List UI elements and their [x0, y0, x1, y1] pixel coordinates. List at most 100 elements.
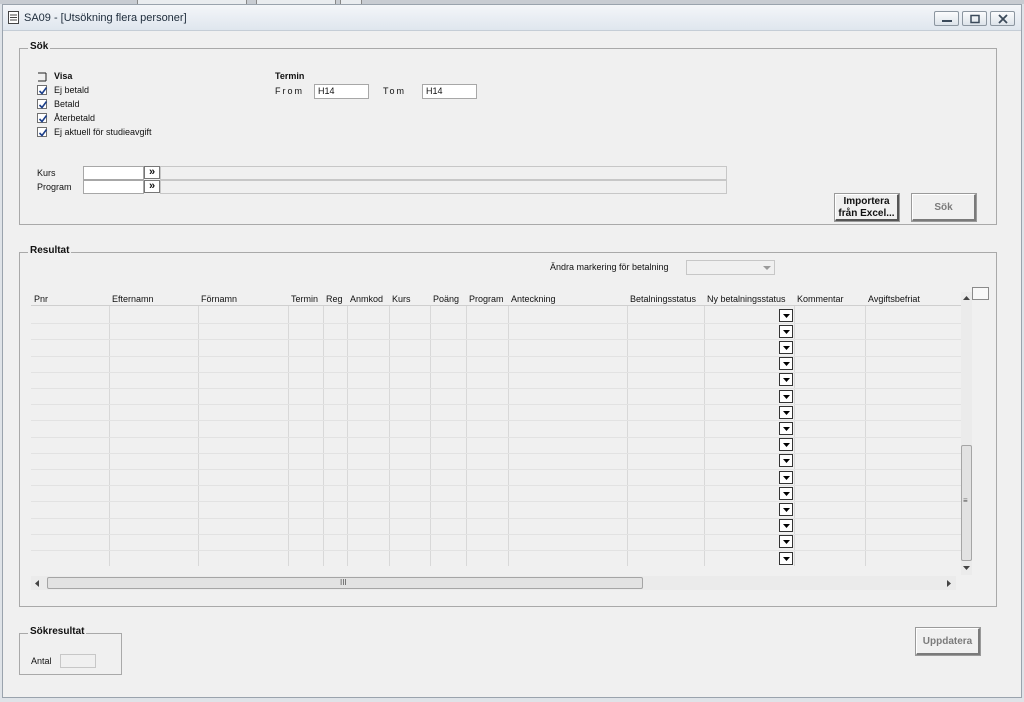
check-icon: [38, 129, 48, 137]
checkbox-aterbetald[interactable]: [37, 113, 48, 123]
table-row: [31, 518, 961, 519]
chevron-down-icon: [783, 492, 790, 496]
column-divider: [794, 292, 795, 566]
chevron-down-icon: [783, 557, 790, 561]
ny-betalningsstatus-dropdown[interactable]: [779, 309, 793, 322]
chevron-down-icon: [783, 330, 790, 334]
program-input[interactable]: [83, 180, 144, 194]
search-legend: Sök: [28, 41, 51, 52]
chevron-down-icon: [783, 378, 790, 382]
col-anmkod[interactable]: Anmkod: [347, 292, 389, 306]
chevron-down-icon: [763, 266, 771, 270]
antal-field: [60, 654, 96, 668]
chevron-down-icon: [783, 314, 790, 318]
kurs-picker-button[interactable]: »: [144, 166, 160, 179]
change-marking-select[interactable]: [686, 260, 775, 275]
ny-betalningsstatus-dropdown[interactable]: [779, 519, 793, 532]
title-bar: SA09 - [Utsökning flera personer]: [3, 5, 1021, 31]
ny-betalningsstatus-dropdown[interactable]: [779, 325, 793, 338]
grid-corner-button[interactable]: [972, 287, 989, 300]
kurs-input[interactable]: [83, 166, 144, 180]
table-row: [31, 339, 961, 340]
horizontal-scrollbar[interactable]: III: [31, 576, 956, 590]
col-kurs[interactable]: Kurs: [389, 292, 430, 306]
table-row: [31, 420, 961, 421]
horizontal-scroll-grip: III: [340, 578, 347, 587]
from-label: From: [275, 86, 304, 96]
column-divider: [347, 292, 348, 566]
ny-betalningsstatus-dropdown[interactable]: [779, 390, 793, 403]
col-ny-betalningsstatus[interactable]: Ny betalningsstatus: [704, 292, 794, 306]
col-betalningsstatus[interactable]: Betalningsstatus: [627, 292, 704, 306]
col-efternamn[interactable]: Efternamn: [109, 292, 198, 306]
scroll-up-icon: [963, 296, 970, 300]
ny-betalningsstatus-dropdown[interactable]: [779, 471, 793, 484]
vertical-scrollbar[interactable]: ≡: [961, 292, 972, 575]
import-button-line1: Importera: [843, 196, 890, 207]
horizontal-scroll-thumb[interactable]: III: [47, 577, 643, 589]
summary-group: Sökresultat Antal: [19, 626, 122, 675]
checkbox-label-aterbetald: Återbetald: [54, 113, 96, 123]
table-row: [31, 550, 961, 551]
check-icon: [38, 101, 48, 109]
update-button[interactable]: Uppdatera: [915, 627, 981, 656]
col-program[interactable]: Program: [466, 292, 508, 306]
col-pnr[interactable]: Pnr: [31, 292, 109, 306]
results-legend: Resultat: [28, 245, 72, 256]
close-icon: [998, 14, 1008, 24]
ny-betalningsstatus-dropdown[interactable]: [779, 373, 793, 386]
close-button[interactable]: [990, 11, 1015, 26]
chevron-down-icon: [783, 508, 790, 512]
column-divider: [288, 292, 289, 566]
program-picker-button[interactable]: »: [144, 180, 160, 193]
col-poang[interactable]: Poäng: [430, 292, 466, 306]
column-divider: [704, 292, 705, 566]
app-window: SA09 - [Utsökning flera personer] Sök Vi…: [2, 4, 1022, 698]
ny-betalningsstatus-dropdown[interactable]: [779, 487, 793, 500]
ny-betalningsstatus-dropdown[interactable]: [779, 552, 793, 565]
col-reg[interactable]: Reg: [323, 292, 347, 306]
col-anteckning[interactable]: Anteckning: [508, 292, 627, 306]
col-kommentar[interactable]: Kommentar: [794, 292, 865, 306]
ny-betalningsstatus-dropdown[interactable]: [779, 503, 793, 516]
summary-legend: Sökresultat: [28, 626, 87, 637]
search-button[interactable]: Sök: [911, 193, 977, 222]
termin-heading: Termin: [275, 71, 305, 81]
chevron-down-icon: [783, 395, 790, 399]
table-row: [31, 534, 961, 535]
checkbox-betald[interactable]: [37, 99, 48, 109]
kurs-label: Kurs: [37, 168, 56, 178]
ny-betalningsstatus-dropdown[interactable]: [779, 357, 793, 370]
table-row: [31, 437, 961, 438]
table-row: [31, 372, 961, 373]
check-icon: [38, 115, 48, 123]
ny-betalningsstatus-dropdown[interactable]: [779, 454, 793, 467]
ny-betalningsstatus-dropdown[interactable]: [779, 438, 793, 451]
ny-betalningsstatus-dropdown[interactable]: [779, 535, 793, 548]
col-termin[interactable]: Termin: [288, 292, 323, 306]
col-avgiftsbefriat[interactable]: Avgiftsbefriat: [865, 292, 961, 306]
column-divider: [430, 292, 431, 566]
from-input[interactable]: H14: [314, 84, 369, 99]
tom-input[interactable]: H14: [422, 84, 477, 99]
chevron-down-icon: [783, 443, 790, 447]
chevron-down-icon: [783, 411, 790, 415]
chevron-down-icon: [783, 476, 790, 480]
window-title: SA09 - [Utsökning flera personer]: [24, 12, 187, 24]
restore-button[interactable]: [962, 11, 987, 26]
checkbox-ej-betald[interactable]: [37, 85, 48, 95]
program-label: Program: [37, 182, 72, 192]
antal-label: Antal: [31, 656, 52, 666]
search-group: Sök Visa Ej betald Betald Återbetald Ej …: [19, 41, 997, 225]
ny-betalningsstatus-dropdown[interactable]: [779, 422, 793, 435]
ny-betalningsstatus-dropdown[interactable]: [779, 406, 793, 419]
ny-betalningsstatus-dropdown[interactable]: [779, 341, 793, 354]
table-row: [31, 388, 961, 389]
chevron-down-icon: [783, 459, 790, 463]
change-marking-label: Ändra markering för betalning: [550, 262, 669, 272]
checkbox-ej-aktuell[interactable]: [37, 127, 48, 137]
vertical-scroll-thumb[interactable]: ≡: [961, 445, 972, 561]
minimize-button[interactable]: [934, 11, 959, 26]
import-excel-button[interactable]: Importera från Excel...: [834, 193, 900, 222]
col-fornamn[interactable]: Förnamn: [198, 292, 288, 306]
